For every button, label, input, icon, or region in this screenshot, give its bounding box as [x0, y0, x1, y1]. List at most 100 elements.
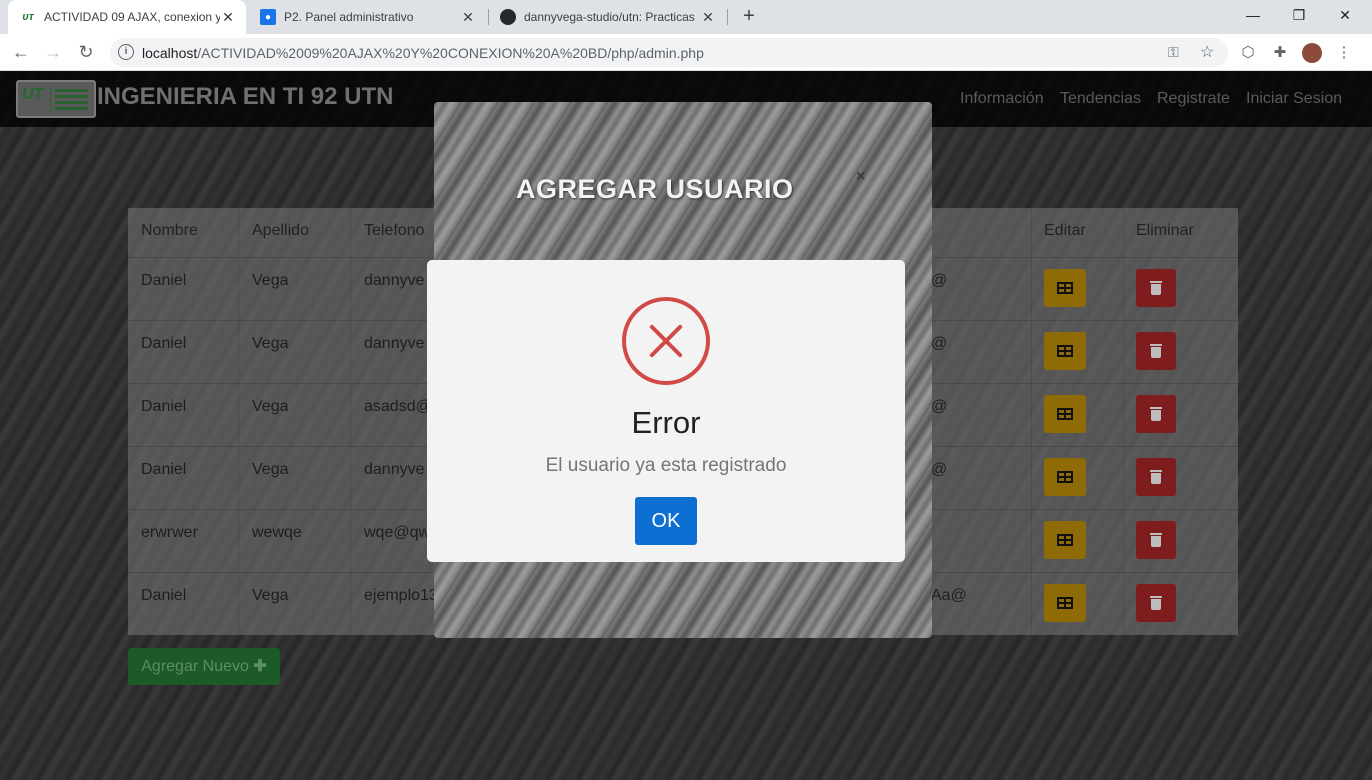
header-nombre: Nombre — [141, 222, 198, 239]
add-new-label: Agregar Nuevo — [141, 658, 249, 675]
profile-avatar[interactable] — [1302, 43, 1322, 63]
plus-icon: ✚ — [253, 658, 267, 675]
tab-panel-administrativo[interactable]: ● P2. Panel administrativo ✕ — [248, 0, 486, 34]
cell-telefono: wqe@qw — [364, 524, 431, 541]
header-telefono: Telefono — [364, 222, 425, 239]
new-tab-icon[interactable]: + — [737, 5, 761, 29]
modal-close-icon[interactable]: × — [856, 168, 865, 186]
tab-close-icon[interactable]: ✕ — [700, 9, 716, 26]
trash-icon — [1150, 344, 1162, 358]
column-divider — [350, 208, 351, 635]
tab-close-icon[interactable]: ✕ — [460, 9, 476, 26]
classroom-favicon-icon: ● — [260, 9, 276, 25]
forward-icon[interactable]: → — [41, 40, 65, 64]
bookmark-star-icon[interactable]: ☆ — [1200, 42, 1214, 62]
delete-button[interactable] — [1136, 395, 1176, 433]
add-new-button[interactable]: Agregar Nuevo ✚ — [128, 648, 280, 685]
tab-title: dannyvega-studio/utn: Practicas — [524, 10, 695, 24]
tab-github[interactable]: dannyvega-studio/utn: Practicas ✕ — [488, 0, 726, 34]
cell-password: @ — [931, 335, 948, 352]
tab-close-icon[interactable]: ✕ — [220, 9, 236, 26]
error-x-icon — [622, 297, 710, 385]
nav-link-registrate[interactable]: Registrate — [1157, 90, 1230, 108]
delete-button[interactable] — [1136, 584, 1176, 622]
logo-text-lines — [50, 86, 92, 112]
extensions-puzzle-icon[interactable]: ✚ — [1270, 43, 1290, 63]
cell-apellido: Vega — [252, 335, 289, 352]
site-brand[interactable]: INGENIERIA EN TI 92 UTN — [97, 83, 393, 111]
cell-password: @ — [931, 272, 948, 289]
cell-apellido: Vega — [252, 587, 289, 604]
cell-nombre: erwrwer — [141, 524, 198, 541]
nav-link-informacion[interactable]: Información — [960, 90, 1044, 108]
header-eliminar: Eliminar — [1136, 222, 1194, 239]
cell-apellido: wewqe — [252, 524, 302, 541]
delete-button[interactable] — [1136, 458, 1176, 496]
cell-apellido: Vega — [252, 398, 289, 415]
tab-strip: ᴜᴛ ACTIVIDAD 09 AJAX, conexion y c ✕ ● P… — [0, 0, 1372, 34]
cell-password: @ — [931, 461, 948, 478]
edit-button[interactable] — [1044, 458, 1086, 496]
cell-password: Aa@ — [931, 587, 967, 604]
tab-actividad[interactable]: ᴜᴛ ACTIVIDAD 09 AJAX, conexion y c ✕ — [8, 0, 246, 34]
alert-title: Error — [631, 405, 701, 440]
page-viewport: UT INGENIERIA EN TI 92 UTN Información T… — [0, 71, 1372, 780]
github-favicon-icon — [500, 9, 516, 25]
ok-button[interactable]: OK — [635, 497, 697, 545]
trash-icon — [1150, 407, 1162, 421]
edit-button[interactable] — [1044, 584, 1086, 622]
cell-telefono: dannyve — [364, 272, 425, 289]
trash-icon — [1150, 596, 1162, 610]
table-icon — [1057, 408, 1073, 420]
column-divider — [1031, 208, 1032, 635]
url-text: localhost/ACTIVIDAD%2009%20AJAX%20Y%20CO… — [142, 45, 704, 61]
key-icon[interactable]: ⚿ — [1168, 44, 1179, 61]
trash-icon — [1150, 533, 1162, 547]
close-window-icon[interactable]: ✕ — [1322, 0, 1368, 30]
nav-link-iniciar-sesion[interactable]: Iniciar Sesion — [1246, 90, 1342, 108]
cell-apellido: Vega — [252, 272, 289, 289]
minimize-icon[interactable]: — — [1230, 0, 1276, 30]
browser-toolbar: ← → ↻ i localhost/ACTIVIDAD%2009%20AJAX%… — [0, 34, 1372, 71]
column-divider — [238, 208, 239, 635]
utn-logo[interactable]: UT — [16, 80, 96, 118]
cell-telefono: asadsd@ — [364, 398, 432, 415]
cell-nombre: Daniel — [141, 272, 187, 289]
edit-button[interactable] — [1044, 395, 1086, 433]
modal-title: AGREGAR USUARIO — [516, 174, 794, 204]
reload-icon[interactable]: ↻ — [74, 40, 98, 64]
table-icon — [1057, 597, 1073, 609]
delete-button[interactable] — [1136, 269, 1176, 307]
logo-mark: UT — [22, 86, 44, 103]
edit-button[interactable] — [1044, 521, 1086, 559]
table-icon — [1057, 345, 1073, 357]
restore-icon[interactable]: ❐ — [1276, 0, 1322, 30]
menu-kebab-icon[interactable]: ⋮ — [1334, 43, 1354, 63]
edit-button[interactable] — [1044, 332, 1086, 370]
extension-cube-icon[interactable]: ⬡ — [1238, 43, 1258, 63]
back-icon[interactable]: ← — [9, 40, 33, 64]
cell-telefono: dannyve — [364, 335, 425, 352]
edit-button[interactable] — [1044, 269, 1086, 307]
table-icon — [1057, 471, 1073, 483]
address-bar[interactable]: i localhost/ACTIVIDAD%2009%20AJAX%20Y%20… — [110, 38, 1228, 67]
utn-favicon-icon: ᴜᴛ — [22, 11, 34, 23]
tab-separator — [727, 9, 728, 25]
delete-button[interactable] — [1136, 521, 1176, 559]
table-icon — [1057, 534, 1073, 546]
site-info-icon[interactable]: i — [118, 44, 134, 60]
cell-password: @ — [931, 398, 948, 415]
cell-nombre: Daniel — [141, 461, 187, 478]
tab-title: P2. Panel administrativo — [284, 10, 414, 24]
trash-icon — [1150, 470, 1162, 484]
header-apellido: Apellido — [252, 222, 309, 239]
tab-title: ACTIVIDAD 09 AJAX, conexion y c — [44, 10, 220, 24]
table-icon — [1057, 282, 1073, 294]
cell-nombre: Daniel — [141, 398, 187, 415]
column-divider — [1123, 208, 1124, 635]
url-host: localhost — [142, 45, 198, 61]
error-alert-dialog: Error El usuario ya esta registrado OK — [427, 260, 905, 562]
trash-icon — [1150, 281, 1162, 295]
delete-button[interactable] — [1136, 332, 1176, 370]
nav-link-tendencias[interactable]: Tendencias — [1060, 90, 1141, 108]
